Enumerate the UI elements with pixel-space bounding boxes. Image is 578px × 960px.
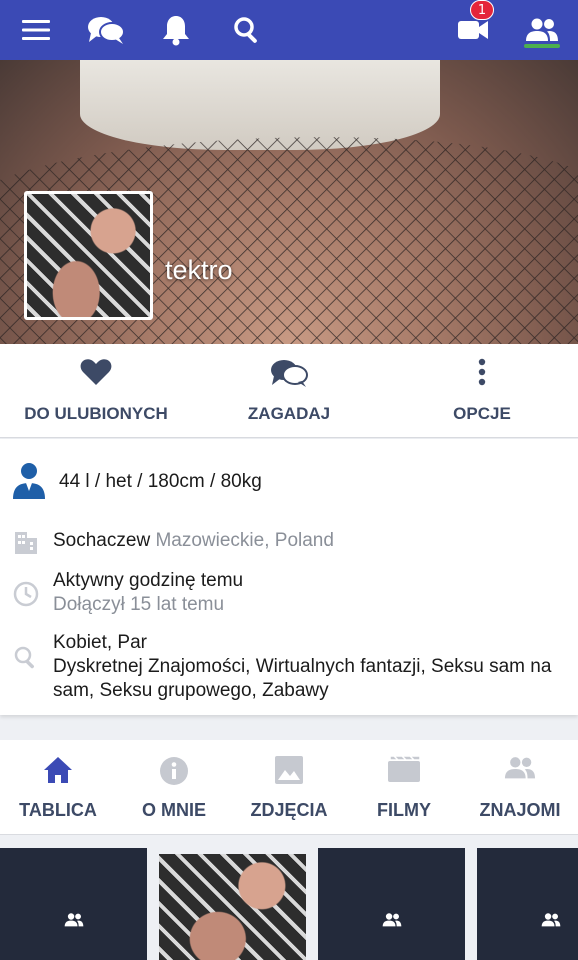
- friend-tile-photo[interactable]: [159, 854, 306, 960]
- seeking-who: Kobiet, Par: [53, 632, 147, 653]
- tab-photos[interactable]: ZDJĘCIA: [232, 740, 346, 835]
- activity-text: Aktywny godzinę temu Dołączył 15 lat tem…: [53, 569, 243, 617]
- seeking-row: Kobiet, Par Dyskretnej Znajomości, Wirtu…: [0, 631, 578, 707]
- bell-icon[interactable]: [160, 0, 192, 60]
- people-icon: [504, 757, 536, 779]
- home-icon: [44, 757, 72, 783]
- stats-text: 44 l / het / 180cm / 80kg: [59, 471, 262, 492]
- friend-tile[interactable]: [0, 848, 147, 960]
- tab-friends-label: ZNAJOMI: [479, 800, 561, 820]
- favorites-label: DO ULUBIONYCH: [24, 404, 168, 423]
- avatar-photo: [27, 194, 150, 317]
- search-icon[interactable]: [230, 0, 264, 60]
- message-button[interactable]: ZAGADAJ: [193, 344, 385, 438]
- search-icon: [14, 646, 34, 669]
- joined: Dołączył 15 lat temu: [53, 594, 225, 615]
- friend-photo: [159, 854, 306, 960]
- profile-actions: DO ULUBIONYCH ZAGADAJ OPCJE: [0, 344, 578, 438]
- more-vertical-icon: [478, 358, 486, 386]
- tab-photos-label: ZDJĘCIA: [250, 800, 328, 820]
- region: Mazowieckie, Poland: [155, 530, 334, 551]
- tab-videos-label: FILMY: [377, 800, 431, 820]
- top-app-bar: 1: [0, 0, 578, 60]
- profile-info-card: 44 l / het / 180cm / 80kg Sochaczew Mazo…: [0, 439, 578, 715]
- avatar[interactable]: [24, 191, 153, 320]
- film-icon: [388, 756, 420, 782]
- location-row: Sochaczew Mazowieckie, Poland: [0, 527, 578, 557]
- info-icon: [160, 757, 188, 785]
- username: tektro: [165, 255, 233, 285]
- user-icon: [13, 463, 45, 499]
- building-icon: [15, 532, 37, 554]
- video-icon[interactable]: 1: [456, 0, 494, 60]
- people-icon: [541, 913, 560, 927]
- last-active: Aktywny godzinę temu: [53, 570, 244, 591]
- heart-icon: [80, 359, 112, 385]
- chat-bubbles-icon: [271, 360, 308, 387]
- tab-friends[interactable]: ZNAJOMI: [462, 740, 578, 835]
- clock-icon: [13, 581, 39, 607]
- tab-wall[interactable]: TABLICA: [0, 740, 116, 835]
- seeking-text: Kobiet, Par Dyskretnej Znajomości, Wirtu…: [53, 631, 569, 703]
- message-label: ZAGADAJ: [247, 404, 331, 423]
- location-text: Sochaczew Mazowieckie, Poland: [53, 529, 334, 553]
- tab-wall-label: TABLICA: [19, 800, 97, 820]
- image-icon: [275, 756, 303, 784]
- options-button[interactable]: OPCJE: [386, 344, 578, 438]
- cover-photo: tektro: [0, 60, 578, 344]
- people-icon: [64, 913, 83, 927]
- chat-icon[interactable]: [86, 0, 126, 60]
- notification-badge: 1: [470, 0, 494, 20]
- friends-strip: [0, 848, 578, 960]
- add-to-favorites-button[interactable]: DO ULUBIONYCH: [0, 344, 192, 438]
- tab-videos[interactable]: FILMY: [346, 740, 462, 835]
- city: Sochaczew: [53, 530, 151, 551]
- menu-icon[interactable]: [18, 0, 54, 60]
- options-label: OPCJE: [453, 404, 511, 423]
- seeking-what: Dyskretnej Znajomości, Wirtualnych fanta…: [53, 656, 552, 701]
- friend-tile[interactable]: [318, 848, 465, 960]
- friend-tile[interactable]: [477, 848, 578, 960]
- activity-row: Aktywny godzinę temu Dołączył 15 lat tem…: [0, 569, 578, 619]
- people-icon: [382, 913, 401, 927]
- friends-icon[interactable]: [524, 0, 560, 60]
- active-tab-indicator: [524, 44, 560, 48]
- stats-row: 44 l / het / 180cm / 80kg: [0, 459, 578, 499]
- tab-about[interactable]: O MNIE: [116, 740, 232, 835]
- tab-about-label: O MNIE: [141, 800, 206, 820]
- profile-tabs: TABLICA O MNIE ZDJĘCIA FILMY ZNAJOMI: [0, 740, 578, 835]
